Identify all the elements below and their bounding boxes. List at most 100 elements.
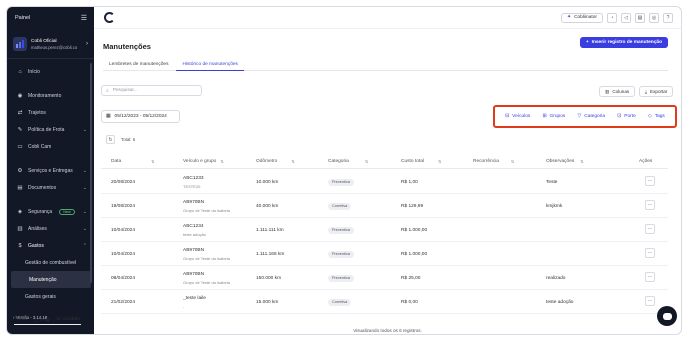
column-header-label: Ações (639, 159, 653, 164)
table-row[interactable]: 10/04/2024 AB970BN Grupo de Teste da Isab… (101, 242, 668, 266)
megaphone-icon[interactable]: ◁ (621, 12, 631, 23)
columns-label: Colunas (612, 89, 630, 94)
help-icon[interactable]: ? (663, 12, 673, 23)
user-name: Cobli Oficial (31, 38, 57, 44)
sort-icon: ⇅ (151, 159, 155, 164)
date-range-picker[interactable]: ▦ 05/12/2023 - 05/12/2024 (101, 110, 180, 123)
table-row[interactable]: 20/08/2024 ABC1233 TESTE20 10.000 km Prev… (101, 170, 668, 194)
search-placeholder: Pesquisar... (112, 88, 138, 93)
sidebar-footer: ⇥ Sair ⓘ FAQ ☏ Contato › Versão - 3.14.1… (7, 312, 94, 334)
column-header-odometer[interactable]: Odômetro ⇅ (256, 159, 295, 164)
sidebar-subitem-gastos-gerais[interactable]: Gastos gerais (7, 288, 94, 305)
sidebar-item-trajetos[interactable]: ⇄ Trajetos (7, 104, 94, 121)
column-header-category[interactable]: Categoria ⇅ (328, 159, 368, 164)
cell-cost: R$ 25,00 (401, 275, 421, 281)
row-actions-button[interactable]: ··· (645, 176, 655, 186)
cell-date: 19/08/2024 (111, 203, 136, 209)
cell-category: Preventiva (328, 242, 354, 266)
chevron-down-icon: ⌄ (82, 167, 87, 174)
tab-history[interactable]: Histórico de manutenções (176, 60, 244, 71)
faq-link[interactable]: ⓘ FAQ (34, 316, 50, 323)
insert-maintenance-button[interactable]: + Inserir registro de manutenção (579, 37, 668, 48)
sidebar-item-monitoramento[interactable]: ◉ Monitoramento (7, 87, 94, 104)
sidebar-item-label: Início (28, 68, 40, 75)
category-badge: Corretiva (328, 298, 352, 306)
vehicle-plate: ABC1233 (183, 175, 204, 181)
sidebar-item-label: Análises (28, 225, 47, 232)
column-header-date[interactable]: Data ⇅ (111, 159, 155, 164)
cell-date: 20/08/2024 (111, 179, 136, 185)
column-header-observations[interactable]: Observações ⇅ (546, 159, 584, 164)
chat-support-button[interactable] (657, 306, 677, 326)
filter-vehicles[interactable]: ⊟ Veículos (505, 114, 530, 119)
tab-reminders[interactable]: Lembretes de manutenções (103, 60, 174, 71)
chevron-up-icon: ⌃ (82, 242, 87, 249)
sparkle-icon: ✦ (567, 15, 572, 20)
exit-link[interactable]: ⇥ Sair (14, 317, 28, 322)
row-actions-button[interactable]: ··· (645, 224, 655, 234)
filter-groups[interactable]: ⊞ Grupos (543, 114, 566, 119)
cell-odometer: 10.000 km (256, 179, 279, 185)
eye-icon[interactable]: ◎ (649, 12, 659, 23)
columns-button[interactable]: ▥ Colunas (599, 86, 636, 97)
sidebar-item-seguranca[interactable]: ◈ Segurança New ⌄ (7, 203, 94, 220)
sidebar-item-cobli-cam[interactable]: ▭ Cobli Cam (7, 138, 94, 155)
wrench-icon: ✎ (17, 126, 23, 133)
column-header-recurrence[interactable]: Recorrência ⇅ (473, 159, 514, 164)
collapse-menu-icon[interactable]: ☰ (81, 14, 87, 22)
filter-size[interactable]: ⊡ Porte (617, 114, 636, 119)
export-button[interactable]: ⤓ Exportar (639, 86, 674, 97)
cell-date: 21/02/2024 (111, 299, 136, 305)
user-switcher[interactable]: Cobli Oficial matheus.perez@cobli.co › (7, 29, 94, 59)
sidebar-item-label: Serviços e Entregas (28, 167, 73, 174)
shield-icon: ◈ (17, 208, 23, 215)
sidebar-item-servicos-e-entregas[interactable]: ⚙ Serviços e Entregas ⌄ (7, 162, 94, 179)
sidebar-item-label: Segurança (28, 208, 53, 215)
row-actions-button[interactable]: ··· (645, 248, 655, 258)
vehicle-plate: ABC1234 (183, 223, 204, 229)
refresh-icon[interactable]: ↻ (106, 135, 115, 144)
row-actions-button[interactable]: ··· (645, 272, 655, 282)
main-content: Manutenções + Inserir registro de manuten… (94, 29, 681, 334)
chevron-down-icon: ⌄ (82, 184, 87, 191)
chart-icon: ▥ (17, 225, 23, 232)
contact-link[interactable]: ☏ Contato (56, 317, 80, 322)
row-actions-button[interactable]: ··· (645, 200, 655, 210)
filter-tags[interactable]: ◇ Tags (648, 114, 665, 119)
cobliinator-button[interactable]: ✦ Cobliinator (561, 12, 603, 23)
table-row[interactable]: 10/04/2024 ABC1234 teste adoção 1.111.111… (101, 218, 668, 242)
truck-icon: ⊡ (617, 114, 622, 119)
column-header-vehicle[interactable]: Veículo e grupo ⇅ (183, 159, 224, 164)
route-icon: ⇄ (17, 109, 23, 116)
row-actions-button[interactable]: ··· (645, 296, 655, 306)
sidebar-scrollbar[interactable] (90, 63, 92, 283)
filter-category[interactable]: ▽ Categoria (578, 114, 606, 119)
sidebar-item-inicio[interactable]: ⌂ Início (7, 63, 94, 80)
filter-groups-label: Grupos (549, 114, 566, 119)
cobli-logo-icon[interactable] (104, 12, 115, 23)
insert-maintenance-label: Inserir registro de manutenção (591, 40, 662, 45)
cell-category: Preventiva (328, 218, 354, 242)
table-row[interactable]: 08/04/2024 AB970BN Grupo de Teste da Isab… (101, 266, 668, 290)
sidebar-subitem-manutencao[interactable]: Manutenção (11, 271, 91, 288)
cobliinator-label: Cobliinator (574, 15, 597, 20)
app-window: Painel ☰ Cobli Oficial matheus.perez@cob… (6, 6, 682, 335)
sidebar-item-label: Monitoramento (28, 92, 62, 99)
search-input[interactable]: ⌕ Pesquisar... (101, 85, 202, 96)
sort-icon: ⇅ (220, 159, 224, 164)
bell-icon[interactable]: ◔ (607, 12, 617, 23)
cell-observations: Teste (546, 179, 558, 185)
cell-category: Preventiva (328, 170, 354, 194)
sidebar-item-politica-de-frota[interactable]: ✎ Política de Frota ⌄ (7, 121, 94, 138)
sidebar-subitem-gestao-de-combustivel[interactable]: Gestão de combustível (7, 254, 94, 271)
sidebar-item-documentos[interactable]: ▤ Documentos ⌄ (7, 179, 94, 196)
cell-cost: R$ 1.000,00 (401, 251, 428, 257)
sidebar-item-gastos[interactable]: $ Gastos ⌃ (7, 237, 94, 254)
table-row[interactable]: 21/02/2024 _teste laile - 15.000 km Corre… (101, 290, 668, 314)
table-row[interactable]: 19/08/2024 AB970BN Grupo de Teste da Isab… (101, 194, 668, 218)
clipboard-icon[interactable]: ▤ (635, 12, 645, 23)
calendar-icon: ▦ (106, 114, 111, 119)
sidebar-item-analises[interactable]: ▥ Análises ⌄ (7, 220, 94, 237)
column-header-cost[interactable]: Custo total ⇅ (401, 159, 441, 164)
sort-icon: ⇅ (291, 159, 295, 164)
